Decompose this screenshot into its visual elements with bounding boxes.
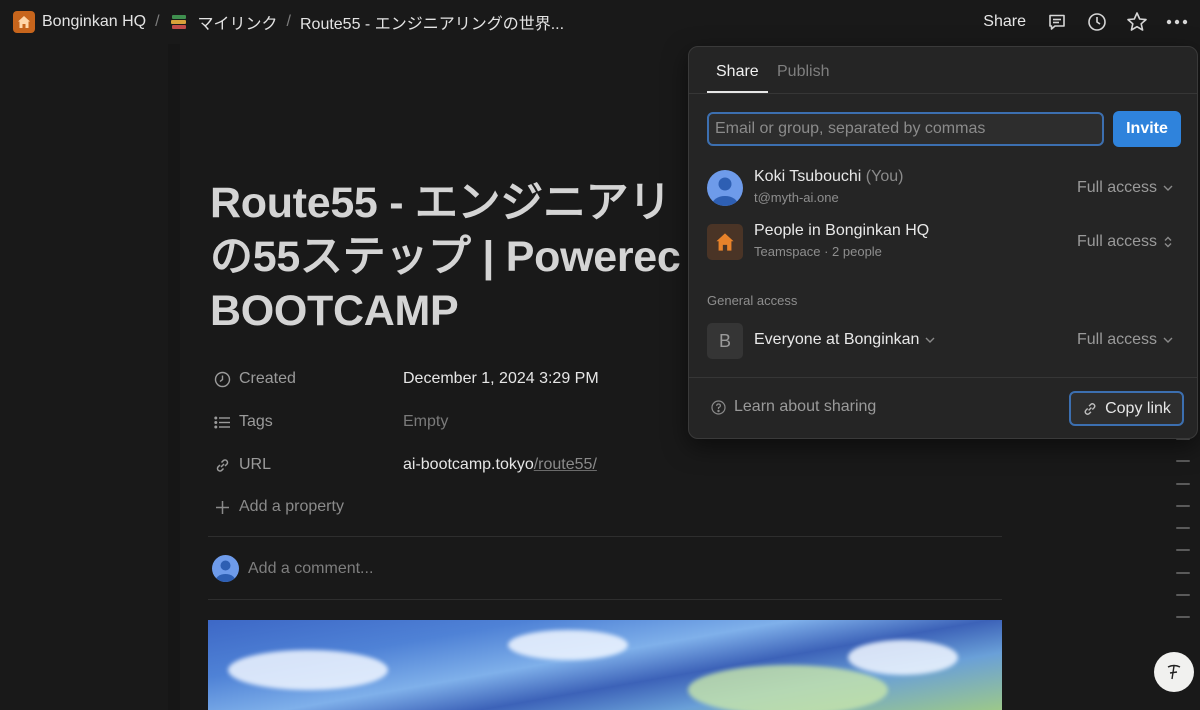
link-icon [1084, 402, 1096, 415]
property-label: URL [239, 456, 272, 473]
chevron-down-icon [1163, 337, 1173, 343]
property-label: Created [239, 370, 296, 387]
url-domain: ai-bootcamp.tokyo [403, 456, 534, 473]
property-created[interactable]: Created December 1, 2024 3:29 PM [214, 367, 599, 391]
star-icon[interactable] [1126, 11, 1148, 33]
property-name: Tags [214, 413, 403, 431]
tab-share[interactable]: Share [716, 63, 759, 81]
url-value[interactable]: ai-bootcamp.tokyo/route55/ [403, 456, 597, 474]
member-row: Koki Tsubouchi (You) t@myth-ai.one Full … [707, 168, 1181, 206]
add-property-button[interactable]: Add a property [214, 495, 344, 519]
more-icon[interactable] [1166, 11, 1188, 33]
learn-sharing-link[interactable]: Learn about sharing [711, 398, 876, 416]
tab-publish[interactable]: Publish [777, 63, 829, 81]
general-access-row: B Everyone at Bonginkan Full access [707, 321, 1181, 359]
property-tags[interactable]: Tags Empty [214, 410, 448, 434]
general-access-dropdown[interactable]: Everyone at Bonginkan [754, 331, 935, 349]
add-property-label: Add a property [239, 498, 344, 515]
chevron-up-down-icon [1164, 236, 1172, 248]
property-value: December 1, 2024 3:29 PM [403, 370, 599, 387]
table-of-contents[interactable] [1176, 438, 1190, 639]
invite-email-input[interactable] [707, 112, 1104, 146]
member-row: People in Bonginkan HQ Teamspace · 2 peo… [707, 222, 1181, 260]
property-label: Tags [239, 413, 273, 430]
url-path: /route55/ [533, 456, 597, 473]
member-sub: Teamspace · 2 people [754, 244, 882, 259]
list-icon [214, 416, 230, 428]
chevron-down-icon [925, 337, 935, 343]
general-access-label: General access [707, 293, 798, 308]
copy-link-button[interactable]: Copy link [1069, 391, 1184, 426]
divider [208, 536, 1002, 537]
comment-placeholder: Add a comment... [248, 559, 374, 577]
access-dropdown[interactable]: Full access [1077, 179, 1173, 197]
avatar [707, 170, 743, 206]
help-icon [1167, 664, 1181, 680]
chevron-down-icon [1163, 185, 1173, 191]
books-icon [169, 12, 189, 32]
share-footer: Learn about sharing Copy link [689, 377, 1197, 440]
breadcrumb-workspace[interactable]: Bonginkan HQ [42, 13, 146, 31]
comment-input[interactable]: Add a comment... [212, 555, 373, 582]
question-icon [711, 399, 726, 415]
topbar-actions: Share [983, 0, 1200, 44]
clock-icon [214, 371, 231, 387]
member-name: Koki Tsubouchi (You) [754, 168, 904, 185]
share-tabs: Share Publish [689, 47, 1197, 94]
avatar [212, 555, 239, 582]
access-dropdown[interactable]: Full access [1077, 233, 1173, 251]
cover-image [208, 620, 1002, 710]
history-icon[interactable] [1086, 11, 1108, 33]
workspace-avatar: B [707, 323, 743, 359]
breadcrumb-folder[interactable]: マイリンク [198, 10, 278, 34]
breadcrumb: Bonginkan HQ / マイリンク / Route55 - エンジニアリン… [13, 10, 564, 34]
breadcrumb-page[interactable]: Route55 - エンジニアリングの世界... [300, 10, 564, 34]
sidebar-edge [168, 44, 180, 710]
share-button[interactable]: Share [983, 13, 1026, 31]
topbar: Bonginkan HQ / マイリンク / Route55 - エンジニアリン… [0, 0, 1200, 44]
property-value[interactable]: Empty [403, 413, 448, 431]
breadcrumb-separator: / [155, 13, 160, 30]
link-icon [216, 458, 229, 472]
share-popover: Share Publish Invite Koki Tsubouchi (You… [688, 46, 1198, 439]
breadcrumb-separator: / [286, 13, 291, 30]
property-name: URL [214, 456, 403, 474]
help-button[interactable] [1154, 652, 1194, 692]
access-dropdown[interactable]: Full access [1077, 331, 1173, 349]
active-tab-indicator [707, 91, 768, 93]
add-property: Add a property [214, 498, 344, 516]
property-url[interactable]: URL ai-bootcamp.tokyo/route55/ [214, 453, 597, 477]
you-tag: (You) [865, 168, 904, 185]
divider [208, 599, 1002, 600]
teamspace-home-icon [707, 224, 743, 260]
member-email: t@myth-ai.one [754, 190, 839, 205]
member-name: People in Bonginkan HQ [754, 222, 930, 239]
plus-icon [216, 500, 229, 514]
comment-icon[interactable] [1046, 11, 1068, 33]
invite-button[interactable]: Invite [1113, 111, 1181, 147]
property-name: Created [214, 370, 403, 388]
home-icon [13, 11, 35, 33]
